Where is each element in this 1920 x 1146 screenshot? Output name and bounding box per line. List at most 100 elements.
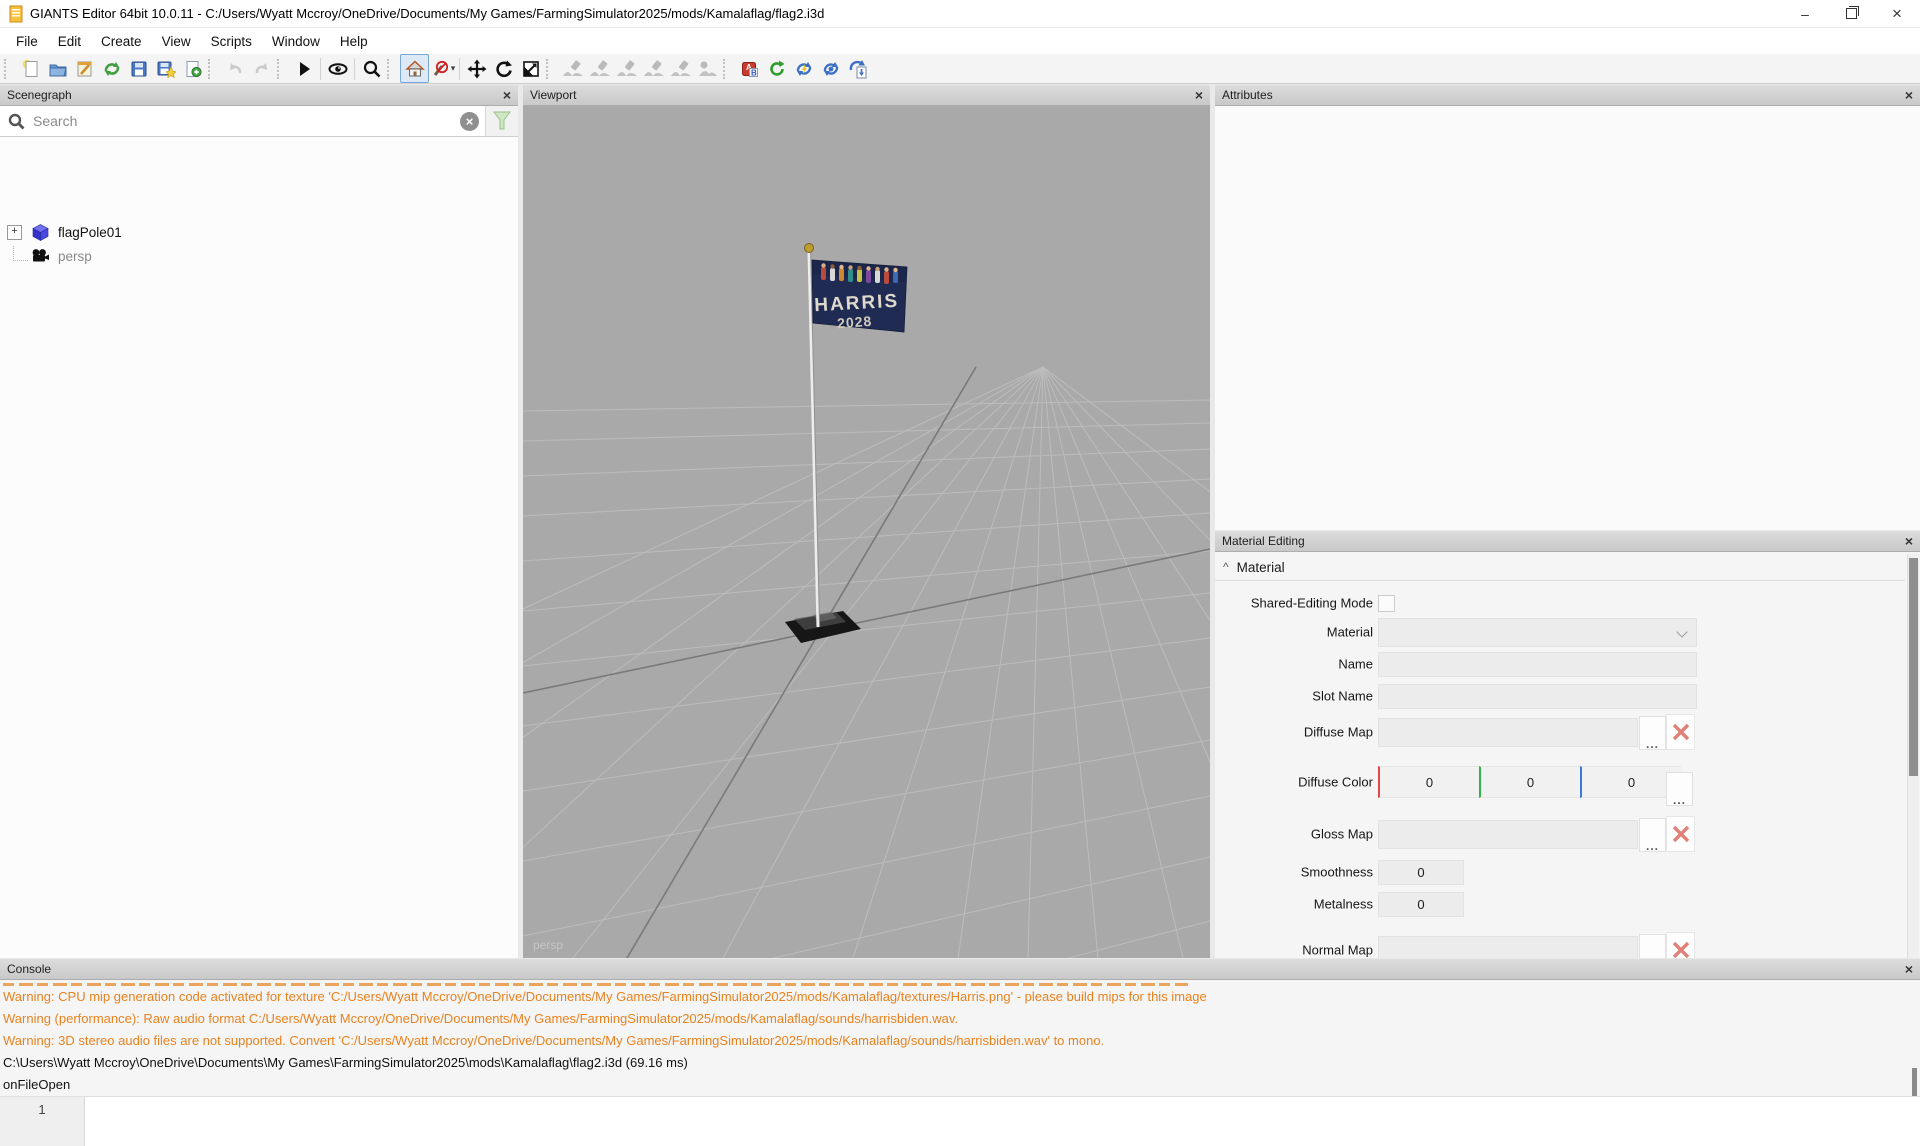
terrain-tool-icon [670, 59, 692, 79]
viewport-header[interactable]: Viewport × [523, 84, 1210, 106]
visibility-button[interactable] [324, 55, 351, 82]
rotate-icon [494, 59, 514, 79]
terrain-tool-1-button[interactable] [559, 55, 586, 82]
terrain-tool-5-button[interactable] [667, 55, 694, 82]
menu-view[interactable]: View [152, 34, 201, 49]
console-scrollbar[interactable] [1910, 1002, 1918, 1096]
scenegraph-close-button[interactable]: × [503, 88, 511, 102]
gloss-map-clear-button[interactable] [1666, 816, 1695, 852]
navigation-mode-button[interactable] [400, 54, 429, 83]
toolbar-grip [387, 59, 396, 79]
attributes-close-button[interactable]: × [1905, 88, 1913, 102]
reload-textures-button[interactable] [763, 55, 790, 82]
material-section-header[interactable]: ^ Material [1215, 554, 1905, 581]
menu-create[interactable]: Create [91, 34, 152, 49]
menu-window[interactable]: Window [262, 34, 330, 49]
reload-shaders-button[interactable] [790, 55, 817, 82]
name-field[interactable] [1378, 652, 1697, 677]
gloss-map-field[interactable] [1378, 820, 1638, 849]
normal-map-field[interactable] [1378, 936, 1638, 958]
open-file-button[interactable] [44, 55, 71, 82]
gloss-map-browse-button[interactable]: ... [1639, 818, 1666, 852]
import-button[interactable] [179, 55, 206, 82]
search-filter-button[interactable] [485, 106, 518, 136]
diffuse-color-browse-button[interactable]: ... [1666, 772, 1693, 806]
paint-disabled-button[interactable]: ▾ [429, 55, 456, 82]
console-header[interactable]: Console × [0, 958, 1920, 980]
diffuse-map-browse-button[interactable]: ... [1639, 716, 1666, 750]
abc-blocks-icon: AB [740, 59, 760, 79]
scenegraph-header[interactable]: Scenegraph × [0, 84, 518, 106]
rotate-tool-button[interactable] [490, 55, 517, 82]
diffuse-map-label: Diffuse Map [1215, 725, 1373, 740]
metalness-field[interactable]: 0 [1378, 892, 1464, 917]
cube-icon [31, 223, 50, 242]
terrain-tool-icon [697, 59, 719, 79]
diffuse-color-r-field[interactable]: 0 [1378, 766, 1479, 798]
expand-toggle-icon[interactable]: + [7, 225, 22, 240]
dropdown-arrow-icon[interactable]: ▾ [451, 63, 456, 74]
close-window-button[interactable]: × [1874, 0, 1920, 28]
reload-materials-button[interactable] [817, 55, 844, 82]
attributes-header[interactable]: Attributes × [1215, 84, 1920, 106]
restore-button[interactable] [1828, 0, 1874, 28]
viewport-close-button[interactable]: × [1195, 88, 1203, 102]
normal-map-browse-button[interactable]: ... [1639, 934, 1666, 958]
redo-button[interactable] [248, 55, 275, 82]
terrain-tool-icon [562, 59, 584, 79]
save-as-button[interactable] [152, 55, 179, 82]
console-log[interactable]: Warning: CPU mip generation code activat… [0, 980, 1920, 1096]
menu-help[interactable]: Help [330, 34, 378, 49]
normal-map-clear-button[interactable] [1666, 932, 1695, 958]
export-button[interactable] [844, 55, 871, 82]
material-editing-close-button[interactable]: × [1905, 534, 1913, 548]
line-number-gutter: 1 [0, 1097, 85, 1146]
text-abc-button[interactable]: AB [736, 55, 763, 82]
terrain-tool-4-button[interactable] [640, 55, 667, 82]
smoothness-field[interactable]: 0 [1378, 860, 1464, 885]
material-scrollbar-thumb[interactable] [1909, 558, 1918, 776]
undo-button[interactable] [221, 55, 248, 82]
material-scrollbar[interactable] [1907, 554, 1919, 958]
shared-editing-checkbox[interactable] [1378, 595, 1395, 612]
console-close-button[interactable]: × [1905, 962, 1913, 976]
console-command-area[interactable]: 1 [0, 1096, 1920, 1146]
menu-scripts[interactable]: Scripts [201, 34, 262, 49]
zoom-button[interactable] [358, 55, 385, 82]
minimize-button[interactable]: – [1782, 0, 1828, 28]
diffuse-color-g-field[interactable]: 0 [1479, 766, 1580, 798]
terrain-tool-3-button[interactable] [613, 55, 640, 82]
notepad-edit-button[interactable] [71, 55, 98, 82]
flag[interactable]: HARRIS 2028 [812, 260, 907, 332]
menu-edit[interactable]: Edit [48, 34, 91, 49]
collapse-caret-icon[interactable]: ^ [1223, 560, 1229, 574]
move-tool-button[interactable] [463, 55, 490, 82]
search-input[interactable] [31, 112, 454, 130]
material-editing-header[interactable]: Material Editing × [1215, 530, 1920, 552]
window-title: GIANTS Editor 64bit 10.0.11 - C:/Users/W… [30, 6, 824, 21]
app-logo-icon [7, 5, 25, 28]
paint-disabled-icon [430, 59, 450, 79]
new-file-button[interactable] [17, 55, 44, 82]
slot-name-field[interactable] [1378, 684, 1697, 709]
material-dropdown[interactable] [1378, 618, 1697, 647]
scenegraph-node-flagpole01[interactable]: + flagPole01 [0, 220, 518, 244]
scenegraph-panel: Scenegraph × × + flagPole01 persp [0, 84, 518, 958]
diffuse-map-field[interactable] [1378, 718, 1638, 747]
reload-button[interactable] [98, 55, 125, 82]
scenegraph-node-persp[interactable]: persp [0, 244, 518, 268]
console-scrollbar-thumb[interactable] [1912, 1068, 1917, 1096]
save-button[interactable] [125, 55, 152, 82]
terrain-tool-6-button[interactable] [694, 55, 721, 82]
search-clear-button[interactable]: × [460, 112, 479, 131]
play-button[interactable] [290, 55, 317, 82]
svg-text:B: B [751, 68, 757, 77]
diffuse-map-clear-button[interactable] [1666, 714, 1695, 750]
viewport-3d-view[interactable]: HARRIS 2028 persp [523, 106, 1210, 958]
menu-file[interactable]: File [6, 34, 48, 49]
scale-tool-button[interactable] [517, 55, 544, 82]
terrain-tool-2-button[interactable] [586, 55, 613, 82]
red-x-icon [1670, 939, 1692, 958]
smoothness-row: Smoothness 0 [1215, 860, 1920, 884]
slot-name-label: Slot Name [1215, 689, 1373, 704]
